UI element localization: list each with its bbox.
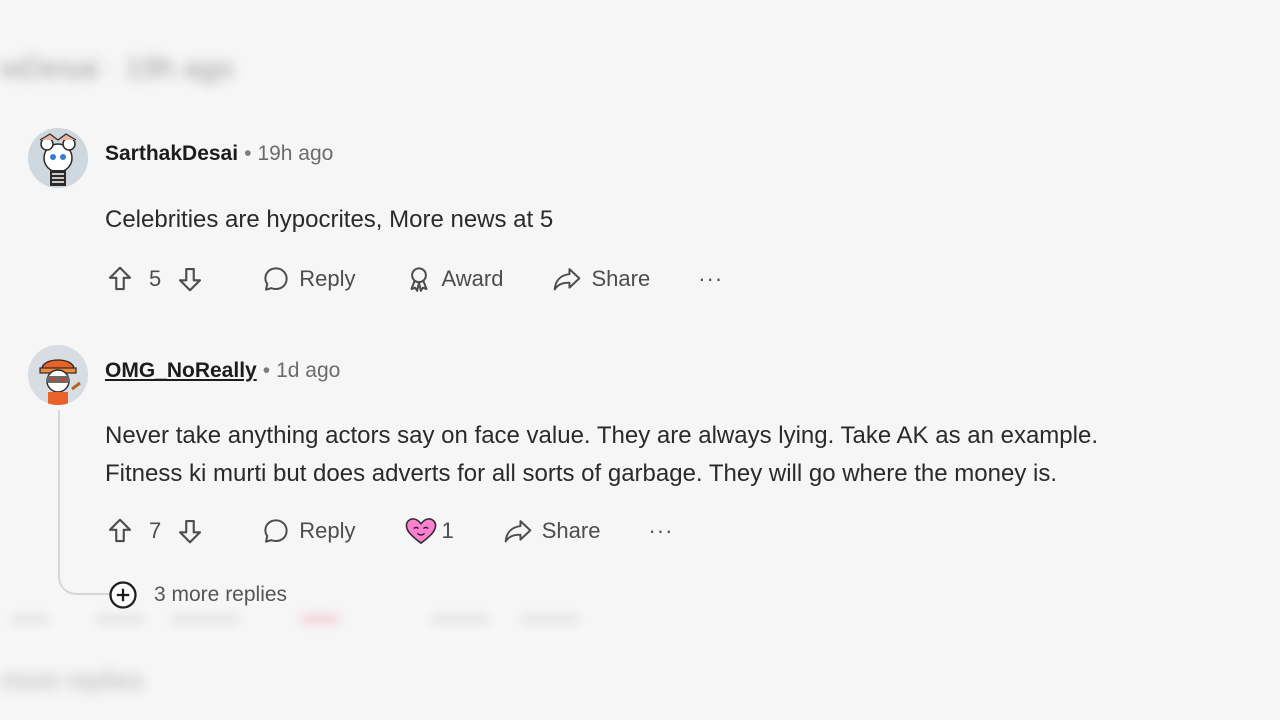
comment: OMG_NoReally • 1d ago Never take anything … (28, 345, 1248, 553)
more-replies-label: 3 more replies (154, 583, 288, 606)
share-button[interactable]: Share (551, 264, 650, 294)
comment-actions: 5 Reply Award Share ··· (105, 257, 1248, 301)
comment-actions: 7 Reply 1 Share ··· (105, 509, 1248, 553)
avatar[interactable] (28, 128, 88, 188)
username[interactable]: OMG_NoReally (105, 359, 257, 382)
comment-text-line: Celebrities are hypocrites, More news at… (105, 206, 554, 233)
blurred-previous-comment: wDesai · 19h ago (0, 52, 234, 85)
comment-text-line: Fitness ki murti but does adverts for al… (105, 460, 1057, 487)
timestamp[interactable]: 1d ago (276, 359, 340, 382)
share-icon (502, 516, 534, 546)
comment: SarthakDesai • 19h ago Celebrities are hyp… (28, 128, 1248, 301)
more-options-button[interactable]: ··· (648, 518, 673, 544)
comment-meta: OMG_NoReally • 1d ago (105, 359, 340, 383)
reply-label: Reply (299, 518, 356, 543)
comment-bubble-icon (261, 264, 291, 294)
more-options-button[interactable]: ··· (698, 266, 723, 292)
timestamp[interactable]: 19h ago (257, 142, 333, 165)
blurred-divider (0, 614, 640, 628)
award-button[interactable]: 1 (404, 516, 454, 546)
reply-label: Reply (299, 266, 356, 291)
share-label: Share (541, 518, 601, 543)
comment-meta: SarthakDesai • 19h ago (105, 142, 333, 166)
award-icon (404, 264, 434, 294)
share-button[interactable]: Share (502, 516, 601, 546)
share-label: Share (591, 266, 651, 291)
award-label: Award (441, 266, 504, 291)
separator-dot: • (244, 142, 252, 165)
vote-group: 5 (105, 264, 205, 294)
vote-count: 7 (149, 518, 162, 543)
comment-body: Never take anything actors say on face v… (105, 417, 1248, 493)
downvote-icon[interactable] (175, 264, 205, 294)
vote-group: 7 (105, 516, 205, 546)
reply-button[interactable]: Reply (261, 264, 356, 294)
username[interactable]: SarthakDesai (105, 142, 238, 165)
blurred-more-replies: more replies (0, 665, 144, 695)
avatar[interactable] (28, 345, 88, 405)
more-replies-button[interactable]: 3 more replies (108, 580, 287, 610)
comment-header: OMG_NoReally • 1d ago (28, 345, 1248, 405)
plus-circle-icon (108, 580, 138, 610)
upvote-icon[interactable] (105, 264, 135, 294)
comment-header: SarthakDesai • 19h ago (28, 128, 1248, 188)
share-icon (551, 264, 583, 294)
vote-count: 5 (149, 266, 162, 291)
heart-eyes-award-icon (404, 516, 438, 546)
comment-body: Celebrities are hypocrites, More news at… (105, 201, 1248, 239)
downvote-icon[interactable] (175, 516, 205, 546)
separator-dot: • (262, 359, 271, 382)
award-button[interactable]: Award (404, 264, 504, 294)
reply-button[interactable]: Reply (261, 516, 356, 546)
award-count: 1 (441, 518, 454, 543)
comment-text-line: Never take anything actors say on face v… (105, 422, 1098, 449)
upvote-icon[interactable] (105, 516, 135, 546)
comment-bubble-icon (261, 516, 291, 546)
